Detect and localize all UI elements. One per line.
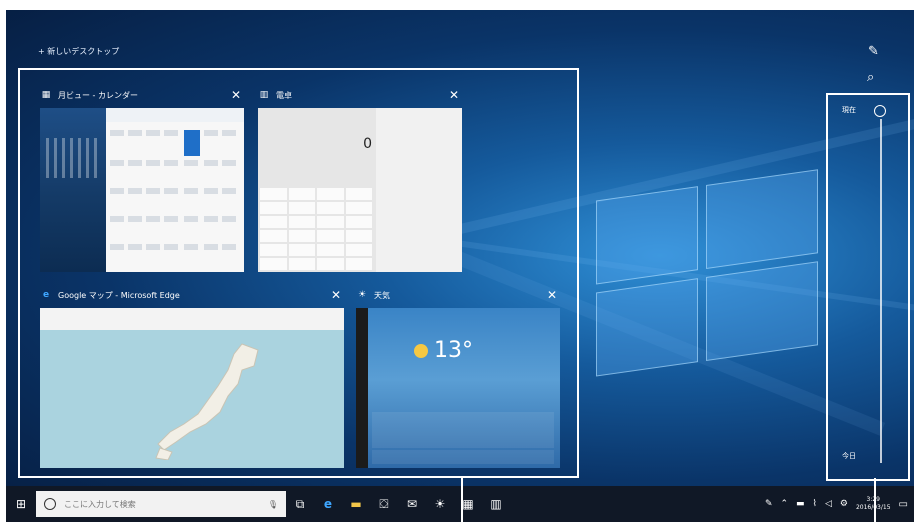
search-input[interactable] [62,498,262,510]
timeline-slider-handle[interactable] [874,105,886,117]
battery-icon[interactable]: ▬ [796,499,805,509]
mail-icon[interactable]: ✉ [398,497,426,511]
map-japan-shape [155,343,259,460]
settings-icon[interactable]: ⚙ [840,499,848,509]
calculator-display: 0 [363,136,372,152]
timeline-now-label: 現在 [842,106,856,114]
task-window-calculator[interactable]: ▥ 電卓 ✕ 0 [258,86,462,272]
close-icon[interactable]: ✕ [446,88,462,102]
calendar-icon[interactable]: ▦ [454,497,482,511]
callout-line [461,476,463,522]
task-window-edge[interactable]: e Google マップ - Microsoft Edge ✕ [40,286,344,468]
callout-line [874,478,876,522]
close-icon[interactable]: ✕ [328,288,344,302]
start-button[interactable]: ⊞ [6,497,36,511]
close-icon[interactable]: ✕ [228,88,244,102]
cortana-icon [44,498,56,510]
edge-icon[interactable]: e [314,497,342,511]
chevron-up-icon[interactable]: ⌃ [780,499,788,509]
window-title: 電卓 [276,90,292,100]
search-icon[interactable]: ⌕ [867,70,874,85]
calendar-icon: ▦ [41,90,51,100]
calculator-icon: ▥ [259,90,269,100]
task-window-weather[interactable]: ☀ 天気 ✕ 13° [356,286,560,468]
task-view-windows-frame: ▦ 月ビュー - カレンダー ✕ ▥ 電卓 ✕ 0 e Google マップ -… [18,68,579,478]
timeline-slider-track[interactable] [880,119,882,463]
store-icon[interactable]: ⛋ [370,497,398,512]
weather-temperature: 13° [434,338,473,363]
taskbar: ⊞ 🎙 ⧉ e ▬ ⛋ ✉ ☀ ▦ ▥ ✎ ⌃ ▬ ⌇ ◁ ⚙ 3:29 201… [6,486,914,522]
calculator-icon[interactable]: ▥ [482,497,510,511]
edge-icon: e [42,290,50,300]
desktop-screen: + 新しいデスクトップ ▦ 月ビュー - カレンダー ✕ ▥ 電卓 ✕ 0 e … [6,10,914,522]
taskbar-search-box[interactable]: 🎙 [36,491,286,517]
new-desktop-button[interactable]: + 新しいデスクトップ [38,46,119,57]
timeline-slider-frame: 現在 今日 [826,93,910,481]
sun-icon [414,344,428,358]
network-icon[interactable]: ⌇ [813,499,817,509]
window-title: Google マップ - Microsoft Edge [58,290,180,300]
task-window-calendar[interactable]: ▦ 月ビュー - カレンダー ✕ [40,86,244,272]
notification-icon[interactable]: ▭ [899,499,908,510]
action-center-icon[interactable]: ✎ [868,44,879,59]
timeline-today-label: 今日 [842,452,856,460]
window-title: 月ビュー - カレンダー [58,90,138,100]
file-explorer-icon[interactable]: ▬ [342,497,370,511]
weather-sun-icon: ☀ [357,290,367,300]
microphone-icon[interactable]: 🎙 [268,500,278,509]
window-thumbnail [40,308,344,468]
window-thumbnail: 0 [258,108,462,272]
window-thumbnail [40,108,244,272]
system-tray: ✎ ⌃ ▬ ⌇ ◁ ⚙ 3:29 2016/03/15 ▭ [765,496,914,512]
windows-logo-wallpaper [596,169,818,391]
task-view-icon[interactable]: ⧉ [286,497,314,512]
weather-sun-icon[interactable]: ☀ [426,497,454,511]
window-thumbnail: 13° [356,308,560,468]
close-icon[interactable]: ✕ [544,288,560,302]
window-title: 天気 [374,290,390,300]
people-icon[interactable]: ✎ [765,499,773,509]
volume-icon[interactable]: ◁ [825,499,832,509]
